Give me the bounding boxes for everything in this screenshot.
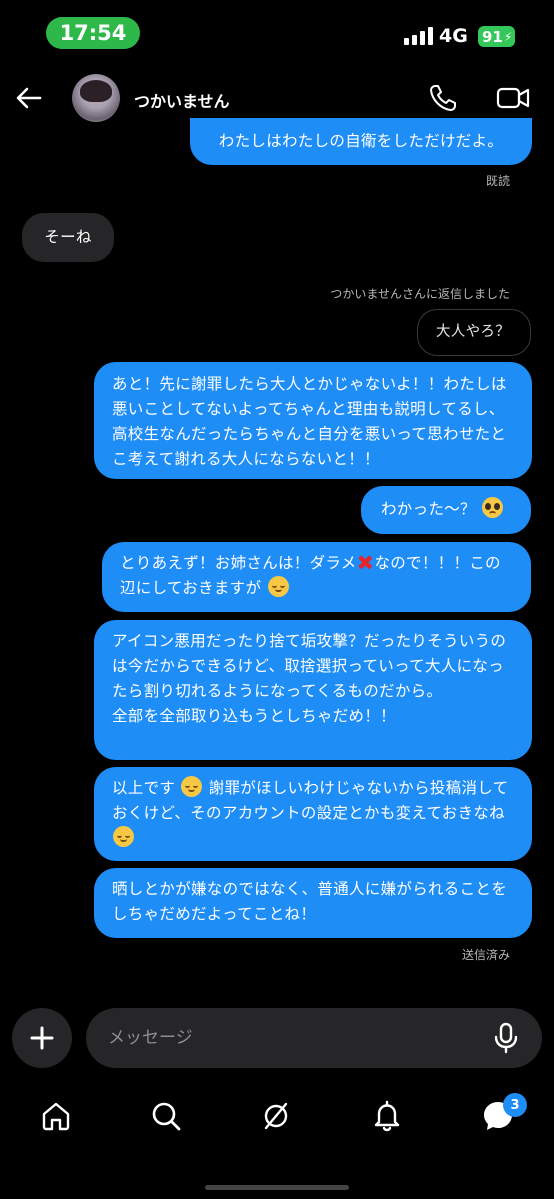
message-text: わかった〜？ [381,500,476,518]
status-bar: 17:54 4G 91 ⚡ [0,0,554,60]
battery-indicator: 91 ⚡ [478,26,515,47]
phone-icon[interactable] [428,83,458,113]
network-type: 4G [439,25,468,47]
avatar[interactable] [72,74,120,122]
explore-icon [264,1102,288,1130]
status-time[interactable]: 17:54 [46,17,140,49]
search-icon [152,1102,181,1131]
back-arrow-icon[interactable] [14,83,44,113]
message-text: 以上です [112,779,176,797]
tab-search[interactable] [146,1096,186,1136]
message-composer [0,1008,554,1068]
cross-mark-emoji: ✖ [356,551,375,575]
message-sent[interactable]: とりあえず！お姉さんは！ダラメ✖なので！！！この辺にしておきますが [102,542,531,612]
pleading-face-emoji [482,497,504,518]
relieved-face-emoji [181,776,203,797]
sent-status: 送信済み [461,948,510,962]
message-sent[interactable]: 以上です 謝罪がほしいわけじゃないから投稿消しておくけど、そのアカウントの設定と… [94,767,532,861]
contact-name[interactable]: つかいません [134,88,230,112]
relieved-face-emoji [267,576,289,597]
bottom-tab-bar [0,1088,554,1148]
message-input[interactable] [108,1008,468,1068]
reply-note: つかいませんさんに返信しました [330,287,510,301]
messages-badge: 3 [503,1093,527,1117]
relieved-face-emoji [113,826,134,847]
message-sent[interactable]: あと！先に謝罪したら大人とかじゃないよ！！わたしは悪いことしてないよってちゃんと… [94,362,532,479]
home-indicator[interactable] [205,1185,349,1190]
tab-notifications[interactable] [367,1096,407,1136]
plus-icon [30,1026,54,1050]
video-camera-icon[interactable] [496,83,530,113]
microphone-icon[interactable] [490,1022,522,1054]
battery-level: 91 [482,27,503,46]
tab-home[interactable] [36,1096,76,1136]
message-text: とりあえず！お姉さんは！ダラメ [120,554,357,572]
reply-quote[interactable]: 大人やろ？ [417,309,531,356]
message-input-container [86,1008,542,1068]
bell-icon [374,1100,400,1132]
read-receipt: 既読 [485,174,510,188]
tab-explore[interactable] [256,1096,296,1136]
plus-button[interactable] [12,1008,72,1068]
home-icon [42,1102,70,1131]
signal-strength-icon [404,27,433,45]
charging-bolt-icon: ⚡ [503,29,513,44]
message-sent[interactable]: わたしはわたしの自衛をしただけだよ。 [190,118,532,165]
reply-quote-text: 大人やろ？ [436,324,510,340]
message-received[interactable]: そーね [22,213,114,262]
message-sent[interactable]: アイコン悪用だったり捨て垢攻撃？だったりそういうのは今だからできるけど、取捨選択… [94,620,532,760]
message-sent[interactable]: 晒しとかが嫌なのではなく、普通人に嫌がられることをしちゃだめだよってことね！ [94,868,532,938]
message-sent[interactable]: わかった〜？ [361,486,531,534]
